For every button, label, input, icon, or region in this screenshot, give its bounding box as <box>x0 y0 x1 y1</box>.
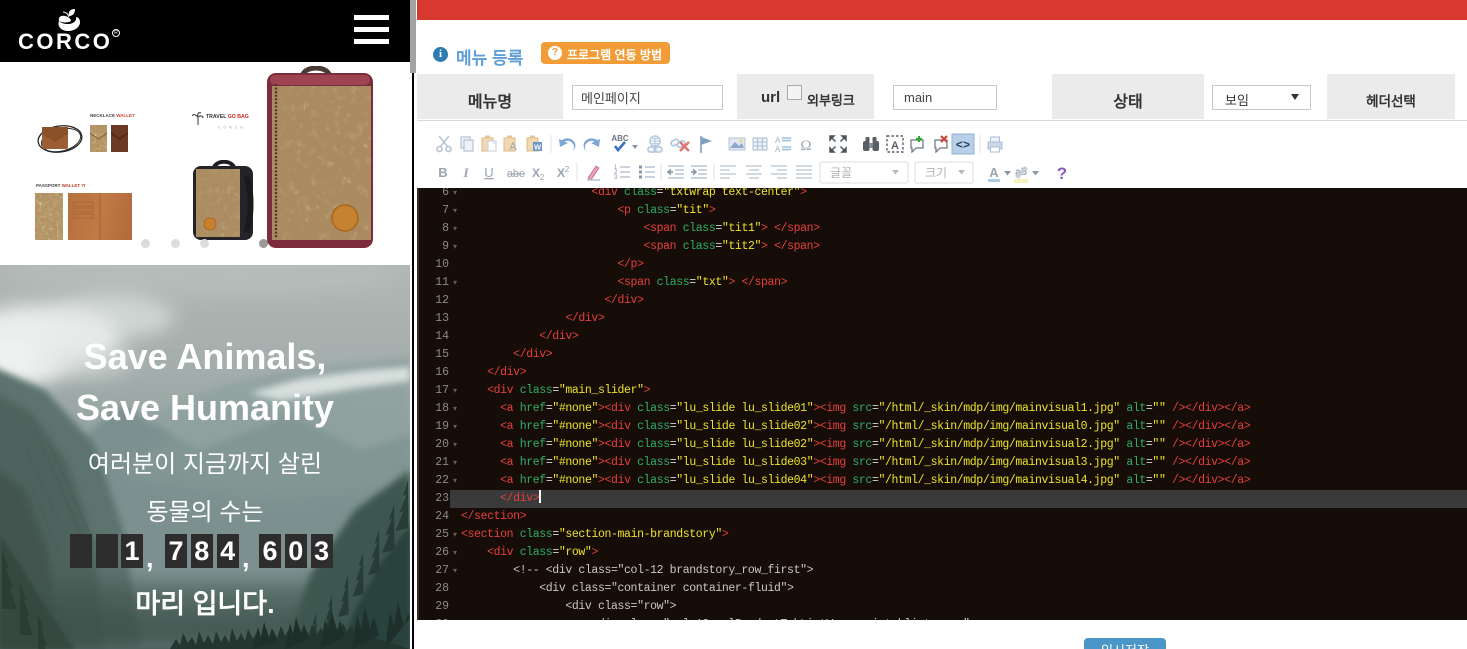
svg-text:2: 2 <box>565 165 570 174</box>
svg-text:U: U <box>484 165 493 180</box>
svg-text:Ω: Ω <box>800 138 811 154</box>
svg-text:3: 3 <box>614 175 618 181</box>
svg-text:W: W <box>534 142 542 151</box>
svg-text:A: A <box>775 145 781 154</box>
svg-text:<>: <> <box>956 139 970 153</box>
svg-text:크기: 크기 <box>925 166 947 180</box>
svg-text:B: B <box>438 165 447 180</box>
svg-text:?: ? <box>1057 164 1067 183</box>
svg-text:I: I <box>462 165 469 180</box>
svg-text:abe: abe <box>507 168 525 180</box>
svg-text:2: 2 <box>540 173 545 182</box>
svg-text:ABC: ABC <box>611 134 629 143</box>
svg-text:A: A <box>891 140 899 152</box>
svg-text:A: A <box>775 136 781 145</box>
svg-text:A: A <box>509 141 517 153</box>
svg-text:글꼴: 글꼴 <box>830 166 852 180</box>
svg-text:A: A <box>989 165 999 180</box>
